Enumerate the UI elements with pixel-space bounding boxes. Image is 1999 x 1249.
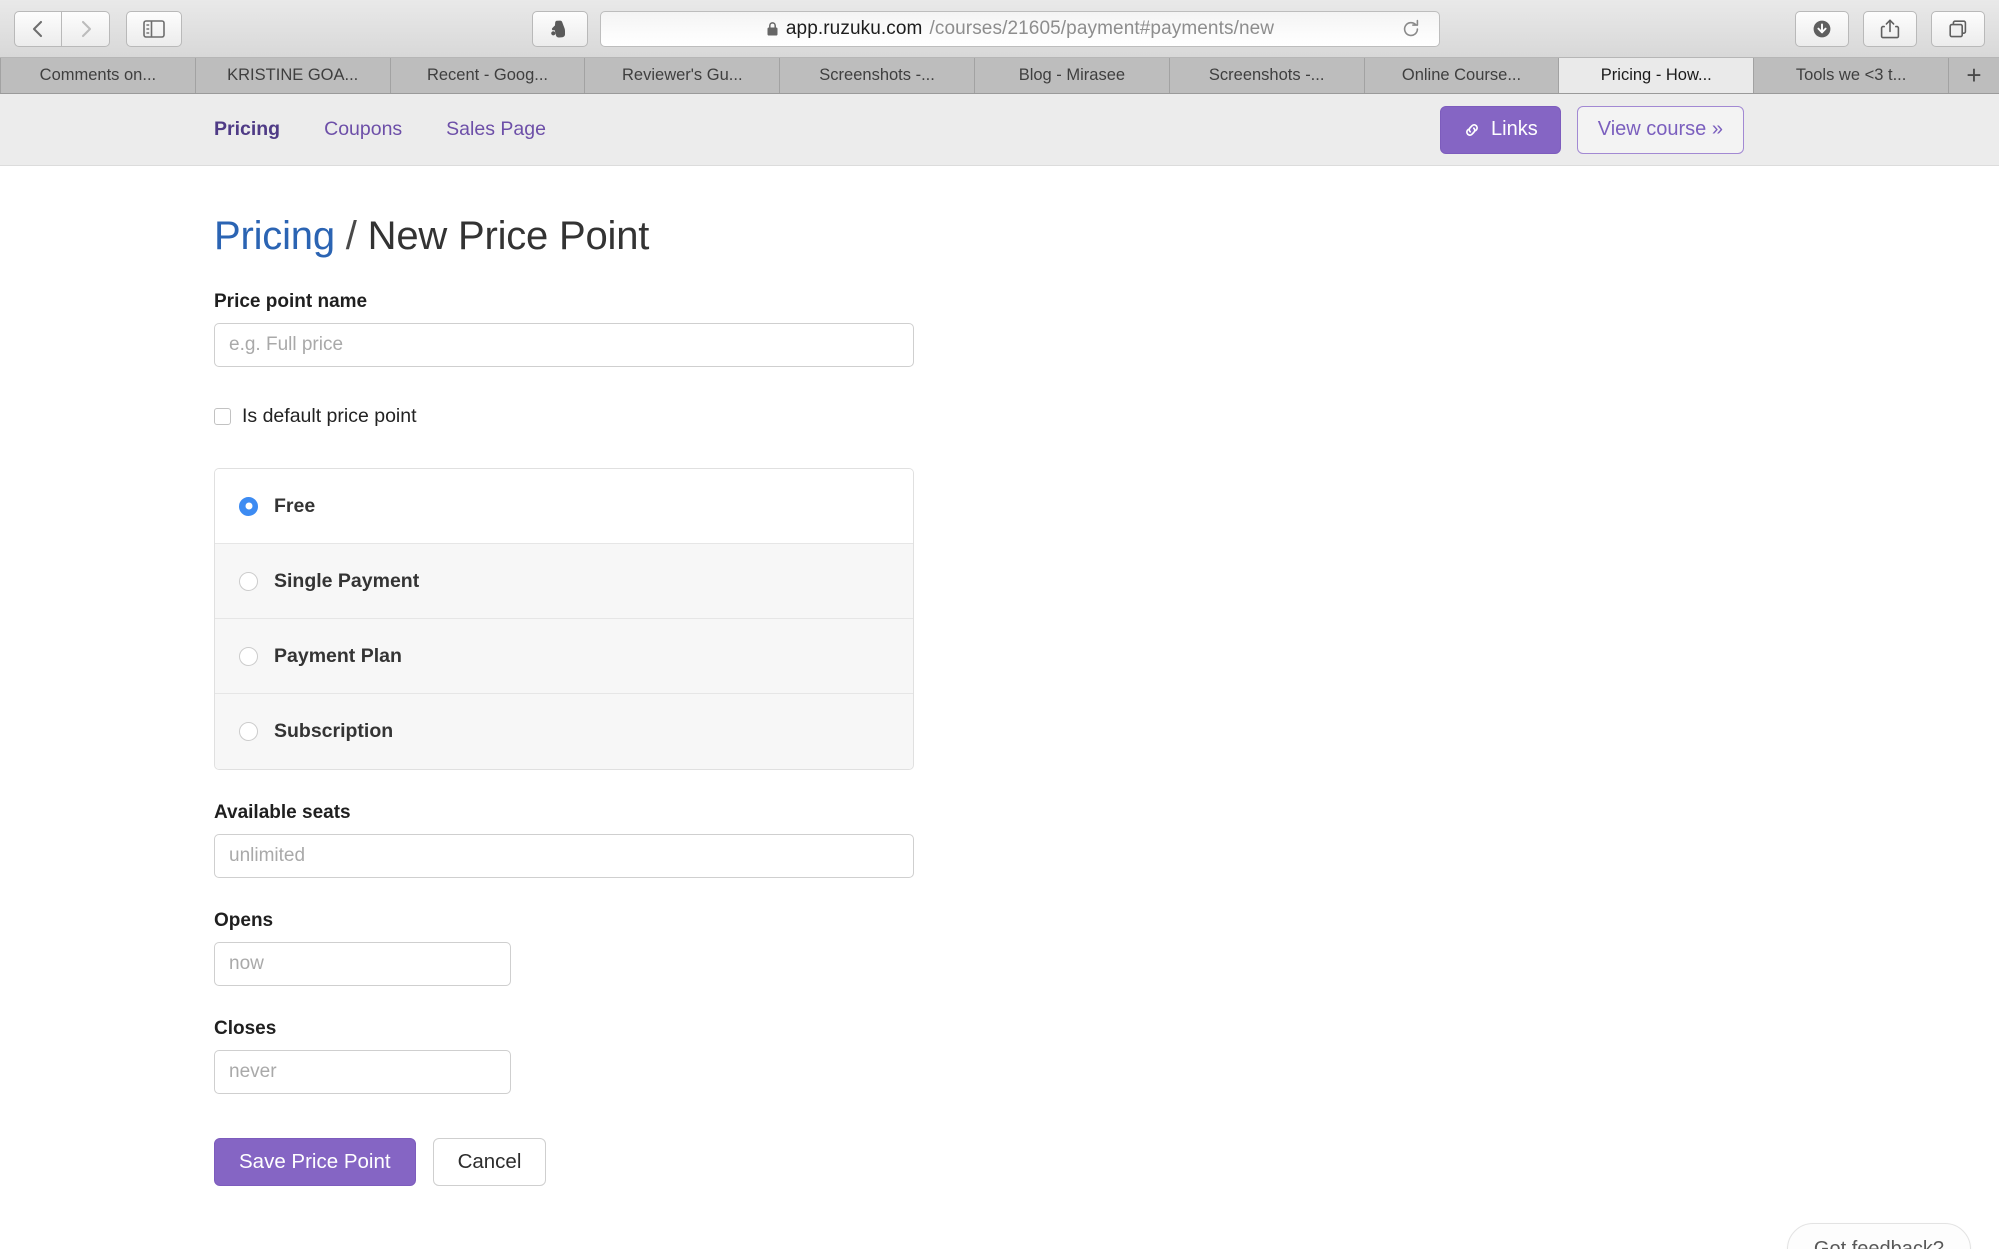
form-actions: Save Price Point Cancel (214, 1138, 1999, 1216)
browser-tab[interactable]: Blog - Mirasee (974, 58, 1170, 93)
chevron-right-icon (78, 19, 94, 39)
price-point-name-input[interactable] (214, 323, 914, 367)
closes-label: Closes (214, 1018, 277, 1039)
browser-tab[interactable]: KRISTINE GOA... (195, 58, 391, 93)
payment-type-label: Payment Plan (274, 644, 402, 667)
payment-type-label: Subscription (274, 720, 394, 742)
evernote-extension-button[interactable] (532, 10, 588, 47)
payment-type-option-payment-plan[interactable]: Payment Plan (215, 619, 913, 694)
tab-label: Recent - Goog... (426, 66, 549, 84)
browser-tab[interactable]: Tools we <3 t... (1754, 58, 1949, 93)
browser-tab[interactable]: Reviewer's Gu... (585, 58, 781, 93)
available-seats-label: Available seats (214, 802, 351, 823)
app-subnav-bar: Pricing Coupons Sales Page Links View co… (0, 94, 1999, 166)
forward-button[interactable] (62, 10, 110, 47)
radio-icon-selected[interactable] (239, 496, 258, 516)
closes-group: Closes (214, 1018, 1999, 1094)
url-text: app.ruzuku.com/courses/21605/payment#pay… (766, 18, 1274, 40)
radio-icon[interactable] (239, 571, 258, 591)
app-nav: Pricing Coupons Sales Page (214, 118, 546, 141)
app-subnav-actions: Links View course » (1440, 105, 1744, 154)
payment-type-label: Single Payment (274, 569, 420, 592)
browser-tab[interactable]: Comments on... (0, 58, 196, 93)
download-icon (1811, 18, 1833, 40)
browser-tab-active[interactable]: Pricing - How... (1559, 58, 1755, 93)
nav-item-coupons[interactable]: Coupons (324, 118, 402, 141)
radio-icon[interactable] (239, 646, 258, 666)
page-title-text: New Price Point (367, 214, 650, 258)
nav-buttons-group (14, 10, 110, 47)
reload-icon[interactable] (1401, 19, 1421, 39)
payment-type-option-subscription[interactable]: Subscription (215, 694, 913, 769)
url-path: /courses/21605/payment#payments/new (929, 17, 1275, 39)
back-button[interactable] (14, 10, 62, 47)
is-default-price-point-checkbox[interactable] (214, 408, 231, 425)
payment-type-radio-group: Free Single Payment Payment Plan Subscri… (214, 468, 914, 770)
tabs-overview-icon (1947, 18, 1969, 40)
plus-icon: + (1966, 60, 1982, 90)
sidebar-toggle-button[interactable] (126, 10, 182, 47)
is-default-price-point-label[interactable]: Is default price point (242, 405, 417, 428)
opens-input[interactable] (214, 942, 511, 986)
tab-strip: Comments on... KRISTINE GOA... Recent - … (0, 58, 1999, 94)
price-point-name-label: Price point name (214, 291, 368, 312)
is-default-price-point-row[interactable]: Is default price point (214, 405, 1999, 428)
tab-label: Comments on... (39, 66, 157, 84)
url-domain: app.ruzuku.com (785, 17, 923, 39)
radio-icon[interactable] (239, 722, 258, 741)
breadcrumb-separator: / (345, 214, 357, 258)
evernote-icon (549, 18, 571, 40)
browser-toolbar: app.ruzuku.com/courses/21605/payment#pay… (0, 0, 1999, 58)
nav-item-sales-page[interactable]: Sales Page (446, 118, 546, 141)
share-icon (1880, 18, 1900, 40)
closes-input[interactable] (214, 1050, 511, 1094)
tab-label: KRISTINE GOA... (227, 66, 359, 84)
opens-label: Opens (214, 910, 274, 931)
tab-label: Pricing - How... (1600, 66, 1712, 84)
payment-type-option-free[interactable]: Free (215, 469, 913, 544)
toolbar-right-actions (1795, 10, 1985, 47)
view-course-button[interactable]: View course » (1576, 105, 1744, 154)
save-price-point-button[interactable]: Save Price Point (214, 1138, 416, 1186)
browser-tab[interactable]: Recent - Goog... (390, 58, 586, 93)
new-tab-button[interactable]: + (1948, 58, 1999, 93)
browser-tab[interactable]: Online Course... (1364, 58, 1560, 93)
lock-icon (766, 21, 779, 37)
available-seats-input[interactable] (214, 834, 914, 878)
sidebar-toggle-icon (143, 19, 165, 38)
tab-label: Screenshots -... (1208, 66, 1325, 84)
tab-label: Blog - Mirasee (1018, 66, 1126, 84)
page-content: Pricing / New Price Point Price point na… (0, 214, 1999, 1249)
links-button-label: Links (1491, 118, 1538, 140)
price-point-name-group: Price point name (214, 291, 1999, 367)
chevron-left-icon (30, 19, 46, 39)
downloads-button[interactable] (1795, 10, 1849, 47)
payment-type-option-single-payment[interactable]: Single Payment (215, 544, 913, 619)
nav-item-pricing[interactable]: Pricing (214, 118, 280, 141)
address-bar[interactable]: app.ruzuku.com/courses/21605/payment#pay… (600, 10, 1440, 47)
tab-label: Online Course... (1401, 66, 1522, 84)
browser-tab[interactable]: Screenshots -... (1169, 58, 1365, 93)
tab-label: Screenshots -... (819, 66, 935, 84)
tab-label: Reviewer's Gu... (622, 66, 743, 84)
chain-link-icon (1463, 121, 1481, 139)
cancel-button[interactable]: Cancel (432, 1138, 547, 1186)
payment-type-label: Free (274, 494, 316, 517)
available-seats-group: Available seats (214, 802, 1999, 878)
browser-tab[interactable]: Screenshots -... (780, 58, 975, 93)
tabs-overview-button[interactable] (1931, 10, 1985, 47)
share-button[interactable] (1863, 10, 1917, 47)
got-feedback-button[interactable]: Got feedback? (1786, 1223, 1971, 1249)
opens-group: Opens (214, 910, 1999, 986)
breadcrumb-pricing-link[interactable]: Pricing (214, 214, 335, 258)
tab-label: Tools we <3 t... (1795, 66, 1907, 84)
page-title: Pricing / New Price Point (214, 214, 1999, 259)
links-button[interactable]: Links (1440, 105, 1561, 154)
